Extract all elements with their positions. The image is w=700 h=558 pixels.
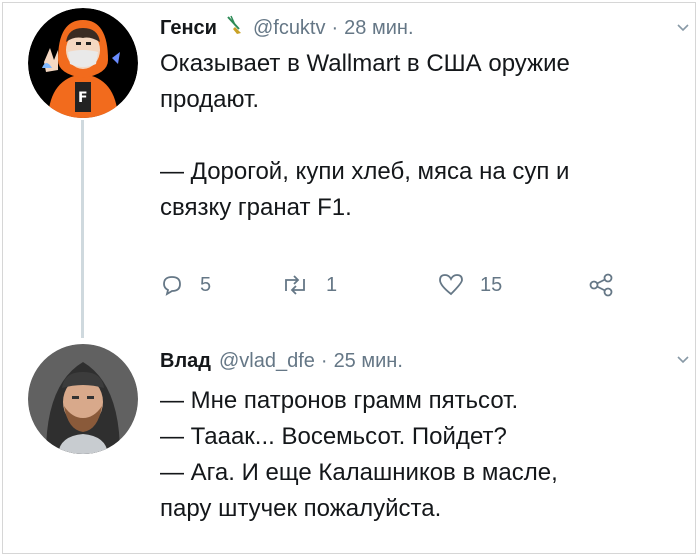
svg-text:F: F bbox=[78, 90, 88, 106]
tweet-line: связку гранат F1. bbox=[160, 194, 352, 221]
author-name[interactable]: Генси bbox=[160, 17, 217, 40]
separator: · bbox=[320, 350, 328, 372]
tweet-line bbox=[160, 118, 570, 154]
thread-connector-line bbox=[81, 120, 84, 338]
like-count: 15 bbox=[480, 273, 503, 296]
retweet-button[interactable]: 1 bbox=[280, 273, 438, 297]
reply-button[interactable]: 5 bbox=[160, 273, 280, 297]
avatar-gensi[interactable]: F bbox=[28, 8, 138, 118]
hacker-broom-emoji-icon bbox=[225, 15, 243, 41]
tweet-1[interactable]: F Генси @fcuktv · 28 мин. Оказывает в Wa… bbox=[0, 0, 700, 338]
tweet-time[interactable]: 28 мин. bbox=[344, 17, 413, 40]
share-nodes-icon bbox=[588, 273, 614, 297]
tweet-text: — Мне патронов грамм пятьсот. — Тааак...… bbox=[160, 383, 558, 527]
like-button[interactable]: 15 bbox=[438, 273, 588, 297]
retweet-count: 1 bbox=[326, 273, 338, 296]
tweet-line: — Дорогой, купи хлеб, мяса на суп и bbox=[160, 158, 570, 185]
chevron-down-icon[interactable] bbox=[676, 352, 690, 368]
separator: · bbox=[331, 16, 339, 39]
retweet-arrows-icon bbox=[280, 273, 310, 297]
author-name[interactable]: Влад bbox=[160, 350, 211, 373]
tweet-line: Оказывает в Wallmart в США оружие bbox=[160, 50, 570, 77]
tweet-2[interactable]: Влад @vlad_dfe · 25 мин. — Мне патронов … bbox=[0, 330, 700, 555]
tweet-header: Генси @fcuktv · 28 мин. bbox=[160, 15, 414, 41]
tweet-time[interactable]: 25 мин. bbox=[334, 350, 403, 373]
tweet-actions: 5 1 15 bbox=[160, 268, 614, 302]
tweet-line: пару штучек пожалуйста. bbox=[160, 495, 442, 522]
reply-count: 5 bbox=[200, 273, 212, 296]
tweet-line: — Мне патронов грамм пятьсот. bbox=[160, 387, 519, 414]
speech-bubble-icon bbox=[160, 273, 184, 297]
tweet-line: продают. bbox=[160, 86, 259, 113]
tweet-line: — Тааак... Восемьсот. Пойдет? bbox=[160, 423, 507, 450]
heart-outline-icon bbox=[438, 273, 464, 297]
author-handle[interactable]: @vlad_dfe bbox=[219, 350, 315, 373]
tweet-header: Влад @vlad_dfe · 25 мин. bbox=[160, 350, 403, 373]
tweet-line: — Ага. И еще Калашников в масле, bbox=[160, 459, 558, 486]
share-button[interactable] bbox=[588, 273, 614, 297]
avatar-vlad[interactable] bbox=[28, 344, 138, 454]
chevron-down-icon[interactable] bbox=[676, 20, 690, 36]
tweet-text: Оказывает в Wallmart в США оружие продаю… bbox=[160, 46, 570, 226]
author-handle[interactable]: @fcuktv bbox=[253, 17, 326, 40]
